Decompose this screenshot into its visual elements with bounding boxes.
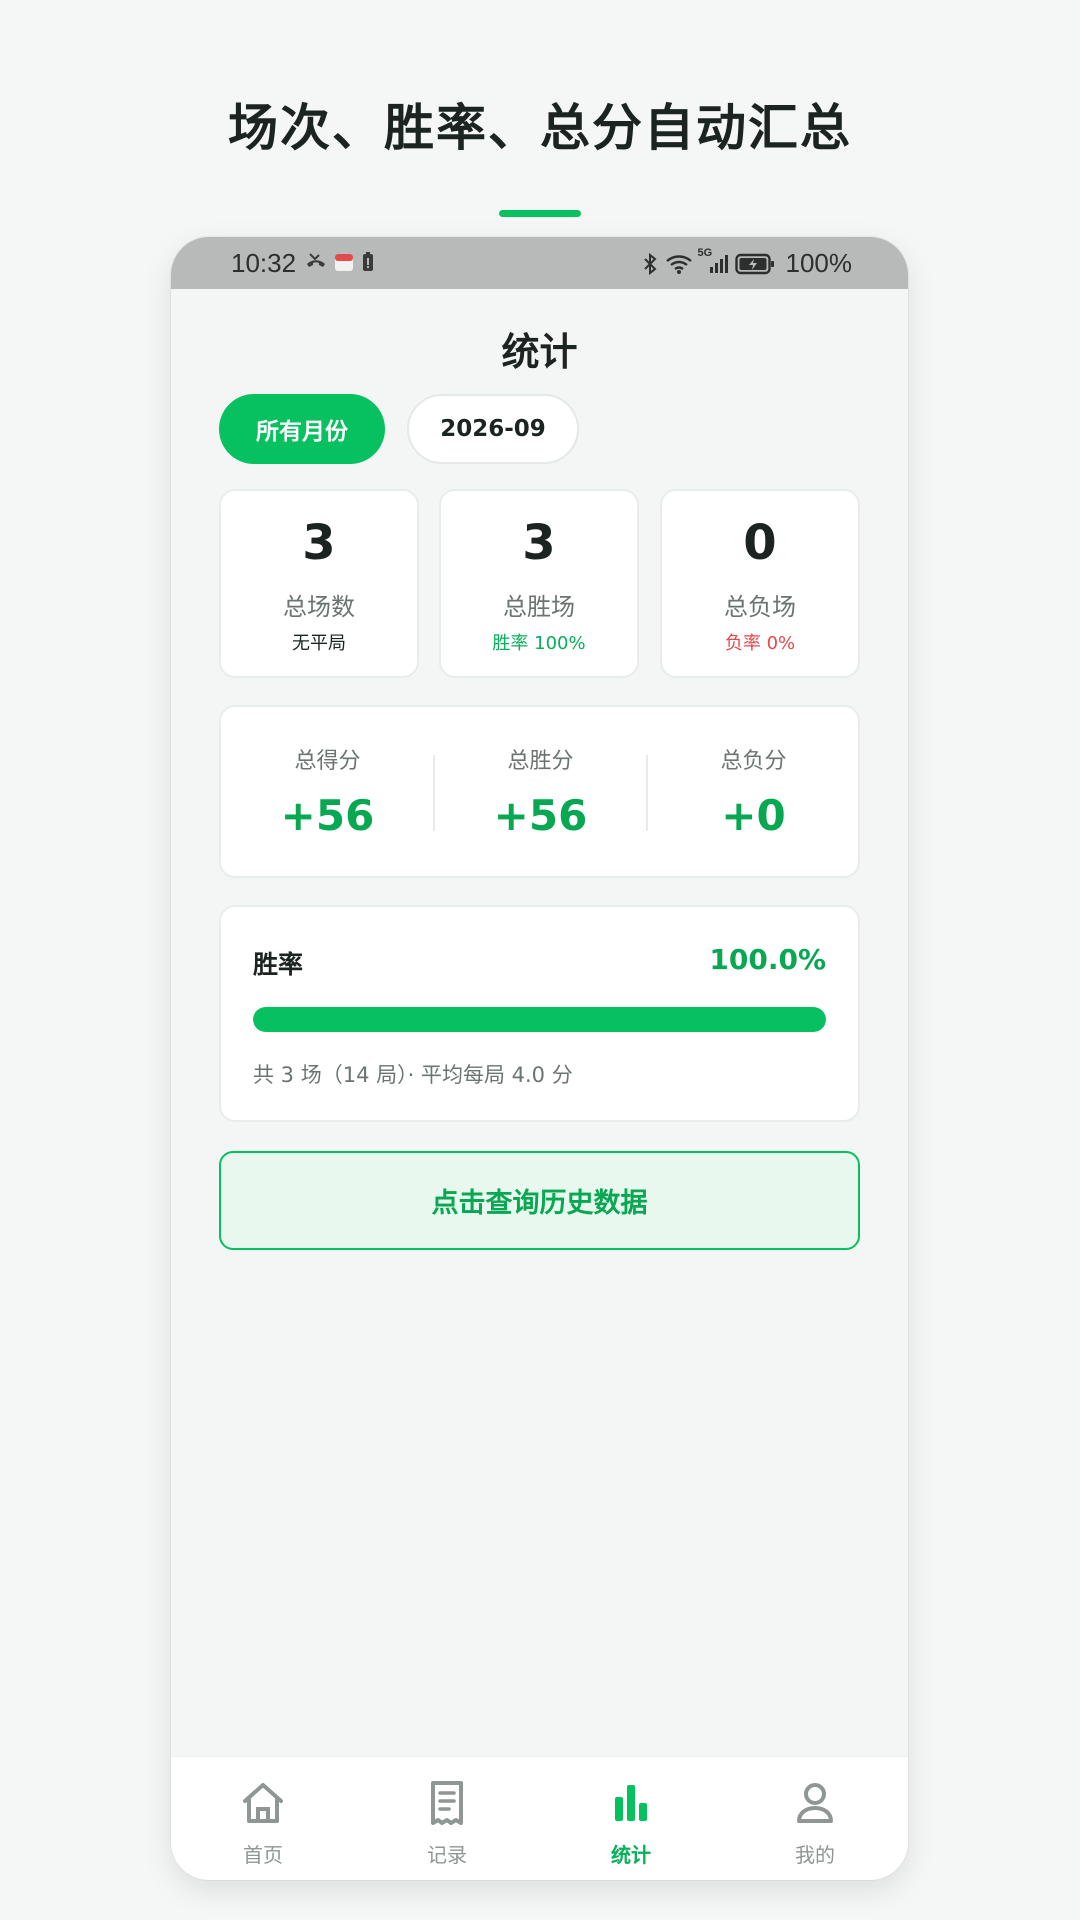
total-wins-value: 3	[522, 515, 556, 571]
loss-score-column: 总负分 +0	[647, 707, 860, 876]
user-icon	[797, 1783, 833, 1823]
win-rate-note: 胜率 100%	[492, 633, 586, 654]
win-rate-card: 胜率 100.0% 共 3 场（14 局）· 平均每局 4.0 分	[219, 905, 860, 1122]
win-rate-progress-fill	[253, 1007, 826, 1032]
missed-call-icon	[307, 253, 325, 267]
tab-records[interactable]: 记录	[355, 1757, 539, 1880]
total-losses-label: 总负场	[724, 593, 796, 621]
total-wins-card: 3 总胜场 胜率 100%	[439, 489, 639, 678]
receipt-icon	[431, 1781, 463, 1825]
total-wins-label: 总胜场	[503, 593, 575, 621]
win-rate-summary-note: 共 3 场（14 局）· 平均每局 4.0 分	[253, 1063, 573, 1087]
page-title: 统计	[501, 330, 578, 374]
total-games-value: 3	[302, 515, 336, 571]
win-score-column: 总胜分 +56	[434, 707, 647, 876]
total-losses-card: 0 总负场 负率 0%	[660, 489, 860, 678]
home-icon	[243, 1783, 283, 1823]
battery-percentage: 100%	[785, 248, 853, 278]
loss-score-label: 总负分	[720, 749, 787, 774]
headline: 场次、胜率、总分自动汇总	[228, 99, 852, 157]
status-right-group: 5G 100%	[642, 247, 853, 279]
total-score-value: +56	[280, 791, 375, 840]
query-history-button[interactable]: 点击查询历史数据	[219, 1151, 860, 1250]
score-summary-card: 总得分 +56 总胜分 +56 总负分 +0	[219, 705, 860, 878]
win-score-value: +56	[493, 791, 588, 840]
headline-underline	[499, 210, 581, 217]
battery-alert-icon	[363, 252, 373, 271]
network-type-label: 5G	[697, 246, 713, 259]
status-bar: 10:32 5G 100%	[171, 237, 908, 289]
total-games-card: 3 总场数 无平局	[219, 489, 419, 678]
tab-home[interactable]: 首页	[171, 1757, 355, 1880]
tab-records-label: 记录	[427, 1843, 467, 1867]
signal-icon: 5G	[698, 247, 728, 273]
tab-profile[interactable]: 我的	[723, 1757, 907, 1880]
no-draw-note: 无平局	[292, 633, 346, 654]
win-score-label: 总胜分	[507, 749, 574, 774]
total-losses-value: 0	[743, 515, 777, 571]
tab-stats-label: 统计	[611, 1843, 651, 1867]
bluetooth-icon	[643, 252, 656, 275]
filter-all-months-chip[interactable]: 所有月份	[219, 394, 385, 464]
total-score-column: 总得分 +56	[221, 707, 434, 876]
filter-month-chip[interactable]: 2026-09	[407, 394, 579, 464]
phone-frame: 10:32 5G 100% 统计 所有月份 2026-09 3 总场数 无平局 …	[171, 237, 908, 1880]
bottom-tab-bar: 首页 记录 统计 我的	[171, 1756, 908, 1880]
win-rate-value: 100.0%	[709, 943, 826, 976]
status-notification-icons	[305, 251, 375, 273]
app-notification-icon	[335, 254, 353, 271]
wifi-icon	[665, 254, 692, 274]
tab-profile-label: 我的	[795, 1843, 835, 1867]
battery-icon	[734, 253, 774, 274]
loss-rate-note: 负率 0%	[724, 633, 796, 654]
tab-home-label: 首页	[243, 1843, 283, 1867]
win-rate-progress-track	[253, 1007, 826, 1032]
status-time: 10:32	[231, 248, 297, 278]
bar-chart-icon	[615, 1785, 647, 1821]
win-rate-label: 胜率	[253, 950, 304, 979]
loss-score-value: +0	[721, 791, 786, 840]
total-games-label: 总场数	[283, 593, 355, 621]
total-score-label: 总得分	[294, 749, 361, 774]
tab-stats[interactable]: 统计	[539, 1757, 723, 1880]
